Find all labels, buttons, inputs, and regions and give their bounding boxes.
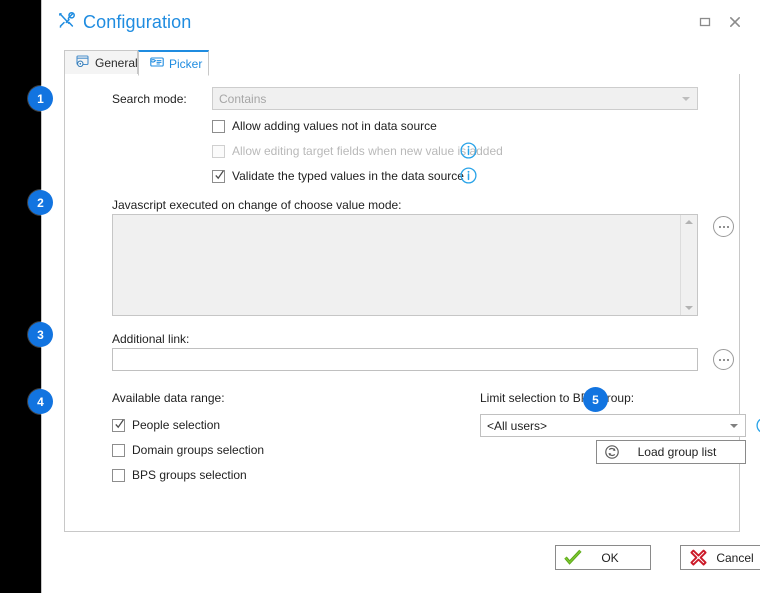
textarea-scrollbar[interactable] [680, 215, 697, 315]
checkbox-box [112, 418, 125, 432]
checkbox-box [112, 468, 125, 482]
scroll-up-icon[interactable] [685, 220, 693, 224]
search-mode-value: Contains [219, 91, 267, 106]
ok-button[interactable]: OK [555, 545, 651, 570]
refresh-icon [597, 444, 627, 460]
ok-label: OK [601, 550, 619, 565]
checkbox-box [212, 144, 225, 158]
info-icon[interactable] [460, 142, 477, 159]
checkbox-people-selection[interactable]: People selection [112, 418, 220, 432]
checkbox-box [212, 119, 225, 133]
search-mode-label: Search mode: [112, 92, 187, 106]
bps-group-value: <All users> [487, 418, 548, 433]
tab-picker-label: Picker [169, 56, 203, 71]
configuration-dialog: Configuration General Picker Search mode… [41, 0, 760, 593]
tools-icon [57, 11, 76, 33]
checkbox-label: Allow adding values not in data source [232, 119, 437, 133]
picker-tab-panel: Search mode: Contains Allow adding value… [64, 74, 760, 532]
bps-group-combo[interactable]: <All users> [480, 414, 746, 437]
title-area: Configuration [57, 11, 191, 33]
additional-link-input[interactable] [112, 348, 698, 371]
checkbox-box [112, 443, 125, 457]
checkbox-label: Validate the typed values in the data so… [232, 169, 464, 183]
callout-badge-3: 3 [28, 322, 53, 347]
checkbox-label: People selection [132, 418, 221, 432]
checkbox-validate-typed-values[interactable]: Validate the typed values in the data so… [212, 169, 464, 183]
title-bar: Configuration [42, 0, 760, 47]
tab-general[interactable]: General [64, 50, 138, 75]
general-tab-icon [76, 54, 90, 71]
checkbox-label: BPS groups selection [132, 468, 247, 482]
checkmark-icon [556, 549, 590, 566]
info-icon[interactable] [756, 417, 760, 434]
tab-picker[interactable]: Picker [138, 50, 209, 76]
additional-link-label: Additional link: [112, 332, 190, 346]
javascript-textarea[interactable] [112, 214, 698, 316]
data-range-label: Available data range: [112, 391, 225, 405]
chevron-down-icon [682, 96, 690, 101]
window-controls [696, 13, 744, 31]
maximize-button[interactable] [696, 13, 714, 31]
javascript-label: Javascript executed on change of choose … [112, 198, 402, 212]
checkbox-domain-groups-selection[interactable]: Domain groups selection [112, 443, 264, 457]
tab-general-label: General [95, 55, 138, 70]
cancel-label: Cancel [716, 550, 754, 565]
info-icon[interactable] [460, 167, 477, 184]
callout-badge-4: 4 [28, 389, 53, 414]
callout-badge-5: 5 [583, 387, 608, 412]
javascript-browse-button[interactable] [713, 216, 734, 237]
tab-strip: General Picker [64, 50, 740, 76]
close-button[interactable] [726, 13, 744, 31]
search-mode-combo[interactable]: Contains [212, 87, 698, 110]
checkmark-icon [115, 418, 124, 428]
cancel-button[interactable]: Cancel [680, 545, 760, 570]
picker-tab-icon [150, 55, 164, 72]
scroll-down-icon[interactable] [685, 306, 693, 310]
additional-link-browse-button[interactable] [713, 349, 734, 370]
checkbox-box [212, 169, 225, 183]
callout-badge-2: 2 [28, 190, 53, 215]
checkbox-allow-adding-values[interactable]: Allow adding values not in data source [212, 119, 437, 133]
red-x-icon [681, 549, 715, 566]
page-title: Configuration [83, 11, 192, 32]
checkbox-bps-groups-selection[interactable]: BPS groups selection [112, 468, 247, 482]
checkbox-label: Domain groups selection [132, 443, 265, 457]
callout-badge-1: 1 [28, 86, 53, 111]
bps-group-label: Limit selection to BPS group: [480, 391, 635, 405]
load-group-list-label: Load group list [637, 445, 717, 459]
chevron-down-icon [730, 423, 738, 428]
load-group-list-button[interactable]: Load group list [596, 440, 746, 464]
checkmark-icon [215, 169, 224, 179]
